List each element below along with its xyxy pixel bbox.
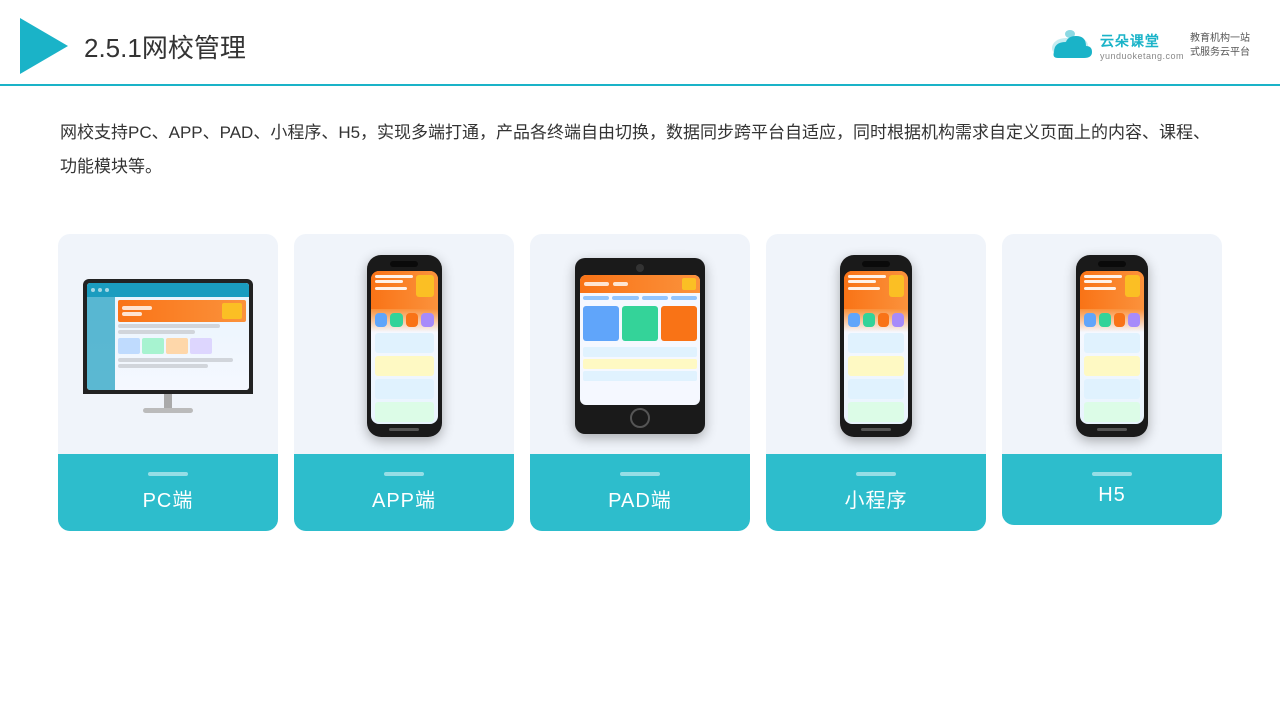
brand-logo: 云朵课堂 yunduoketang.com 教育机构一站 式服务云平台 (1046, 28, 1250, 64)
app-phone-mockup (367, 255, 442, 437)
card-miniprogram-image (766, 234, 986, 454)
card-app-label: APP端 (294, 454, 514, 531)
header-right: 云朵课堂 yunduoketang.com 教育机构一站 式服务云平台 (1046, 28, 1250, 64)
cloud-icon (1046, 28, 1094, 64)
card-pc-label: PC端 (58, 454, 278, 531)
brand-tagline: 教育机构一站 式服务云平台 (1190, 32, 1250, 60)
card-app: APP端 (294, 234, 514, 531)
description-text: 网校支持PC、APP、PAD、小程序、H5，实现多端打通，产品各终端自由切换，数… (0, 86, 1280, 194)
card-miniprogram-label: 小程序 (766, 454, 986, 531)
card-pad: PAD端 (530, 234, 750, 531)
card-pad-image (530, 234, 750, 454)
header-left: 2.5.1网校管理 (20, 18, 246, 74)
header: 2.5.1网校管理 云朵课堂 yunduoketang.com 教育机构一站 (0, 0, 1280, 86)
brand-text-block: 云朵课堂 yunduoketang.com (1100, 31, 1184, 61)
card-app-image (294, 234, 514, 454)
pad-tablet-mockup (575, 258, 705, 434)
card-pad-label: PAD端 (530, 454, 750, 531)
platform-cards: PC端 (0, 204, 1280, 551)
card-h5: H5 (1002, 234, 1222, 525)
triangle-logo-icon (20, 18, 68, 74)
card-pc: PC端 (58, 234, 278, 531)
pc-device-mockup (83, 279, 253, 413)
miniprogram-phone-mockup (840, 255, 912, 437)
card-pc-image (58, 234, 278, 454)
card-miniprogram: 小程序 (766, 234, 986, 531)
card-h5-image (1002, 234, 1222, 454)
h5-phone-mockup (1076, 255, 1148, 437)
page-title: 2.5.1网校管理 (84, 28, 246, 65)
card-h5-label: H5 (1002, 454, 1222, 525)
